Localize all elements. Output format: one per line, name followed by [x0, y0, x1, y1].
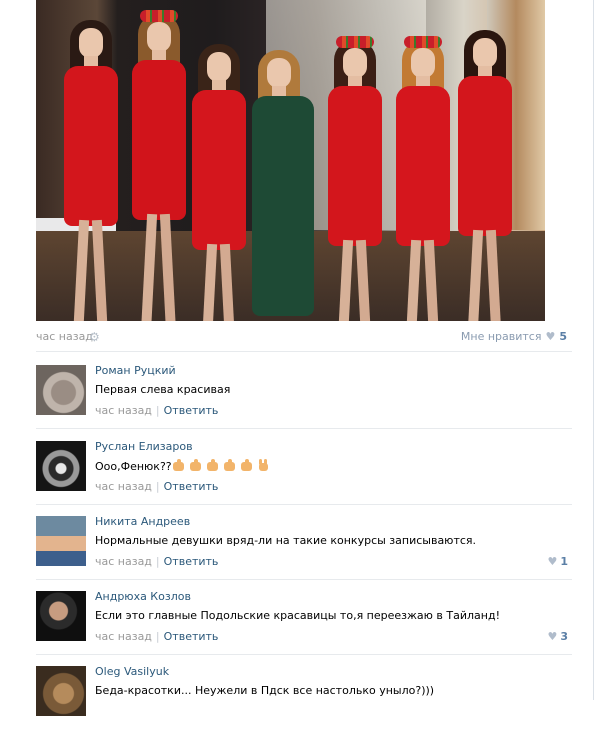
thumbs-up-icon: [172, 459, 186, 472]
comment-text-body: Ооо,Фенюк??: [95, 460, 172, 473]
thumbs-up-icon: [240, 459, 254, 472]
comment-text: Если это главные Подольские красавицы то…: [95, 609, 500, 622]
comment-like-count: 1: [560, 555, 568, 568]
comment: Руслан Елизаров Ооо,Фенюк?? час назад | От…: [36, 440, 572, 516]
comment-author[interactable]: Oleg Vasilyuk: [95, 665, 169, 679]
divider: [36, 579, 572, 580]
like-button[interactable]: Мне нравится ♥ 5: [461, 329, 567, 345]
heart-icon: ♥: [547, 630, 558, 643]
avatar[interactable]: [36, 516, 86, 566]
comment-like-button[interactable]: ♥ 1: [547, 555, 568, 569]
comment-like-button[interactable]: ♥ 3: [547, 630, 568, 644]
heart-icon: ♥: [545, 330, 556, 343]
thumbs-up-icon: [189, 459, 203, 472]
comment-text: Ооо,Фенюк??: [95, 459, 274, 474]
reply-link[interactable]: Ответить: [164, 404, 219, 417]
comment-author[interactable]: Никита Андреев: [95, 515, 190, 529]
divider: [36, 504, 572, 505]
page-right-border: [593, 0, 594, 700]
avatar[interactable]: [36, 666, 86, 716]
divider: [36, 351, 572, 352]
avatar[interactable]: [36, 365, 86, 415]
like-label: Мне нравится: [460, 330, 542, 343]
post-meta-row: час назад ⚙ Мне нравится ♥ 5: [36, 329, 570, 345]
comment-text: Первая слева красивая: [95, 383, 231, 396]
post-time[interactable]: час назад: [36, 329, 93, 345]
comment-meta: час назад | Ответить: [95, 404, 219, 417]
heart-icon: ♥: [547, 555, 558, 568]
comment-text: Нормальные девушки вряд-ли на такие конк…: [95, 534, 477, 547]
post-photo[interactable]: [36, 0, 545, 321]
comment: Андрюха Козлов Если это главные Подольск…: [36, 590, 572, 666]
comment: Никита Андреев Нормальные девушки вряд-л…: [36, 515, 572, 591]
avatar[interactable]: [36, 441, 86, 491]
emoji-row: [172, 459, 274, 474]
comment-meta: час назад | Ответить: [95, 555, 219, 568]
avatar[interactable]: [36, 591, 86, 641]
divider: [36, 428, 572, 429]
comment-meta: час назад | Ответить: [95, 480, 219, 493]
comment-author[interactable]: Андрюха Козлов: [95, 590, 191, 604]
comment-author[interactable]: Роман Руцкий: [95, 364, 176, 378]
comment-author[interactable]: Руслан Елизаров: [95, 440, 193, 454]
comment: Роман Руцкий Первая слева красивая час н…: [36, 364, 572, 440]
reply-link[interactable]: Ответить: [164, 555, 219, 568]
like-count: 5: [559, 330, 567, 343]
divider: [36, 654, 572, 655]
comment-meta: час назад | Ответить: [95, 630, 219, 643]
comment-time[interactable]: час назад: [95, 404, 152, 417]
reply-link[interactable]: Ответить: [164, 480, 219, 493]
gear-icon[interactable]: ⚙: [89, 331, 101, 343]
comment: Oleg Vasilyuk Беда-красотки... Неужели в…: [36, 665, 572, 741]
thumbs-up-icon: [206, 459, 220, 472]
reply-link[interactable]: Ответить: [164, 630, 219, 643]
comment-time[interactable]: час назад: [95, 480, 152, 493]
comment-time[interactable]: час назад: [95, 630, 152, 643]
comment-text: Беда-красотки... Неужели в Пдск все наст…: [95, 684, 435, 697]
comment-time[interactable]: час назад: [95, 555, 152, 568]
victory-hand-icon: [257, 459, 271, 472]
thumbs-up-icon: [223, 459, 237, 472]
comment-like-count: 3: [560, 630, 568, 643]
